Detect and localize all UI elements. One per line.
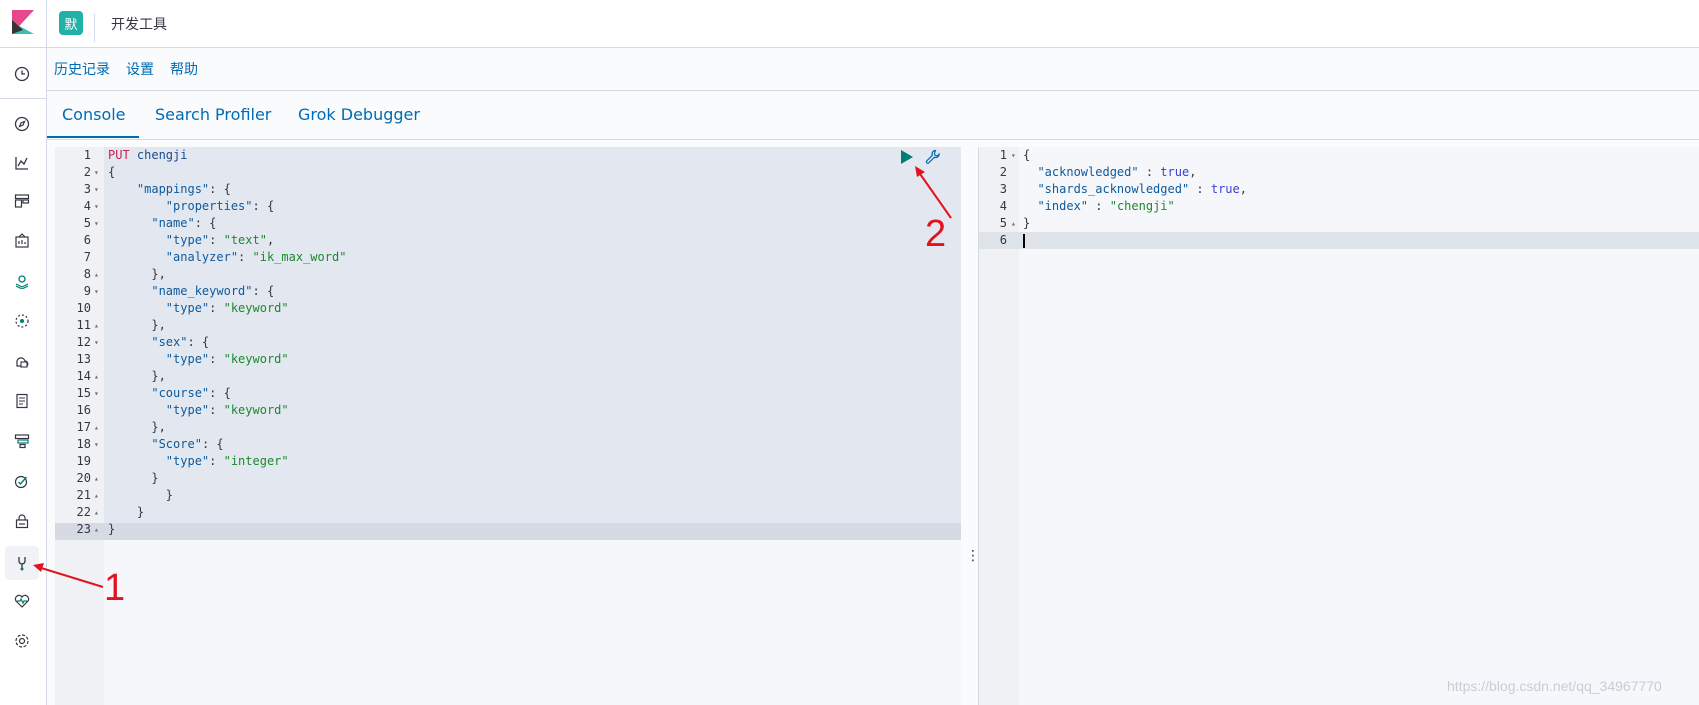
annotation-arrows (33, 166, 952, 588)
annotation-label-2: 2 (925, 213, 947, 255)
watermark: https://blog.csdn.net/qq_34967770 (1447, 678, 1662, 694)
annotation-label-1: 1 (104, 567, 126, 609)
